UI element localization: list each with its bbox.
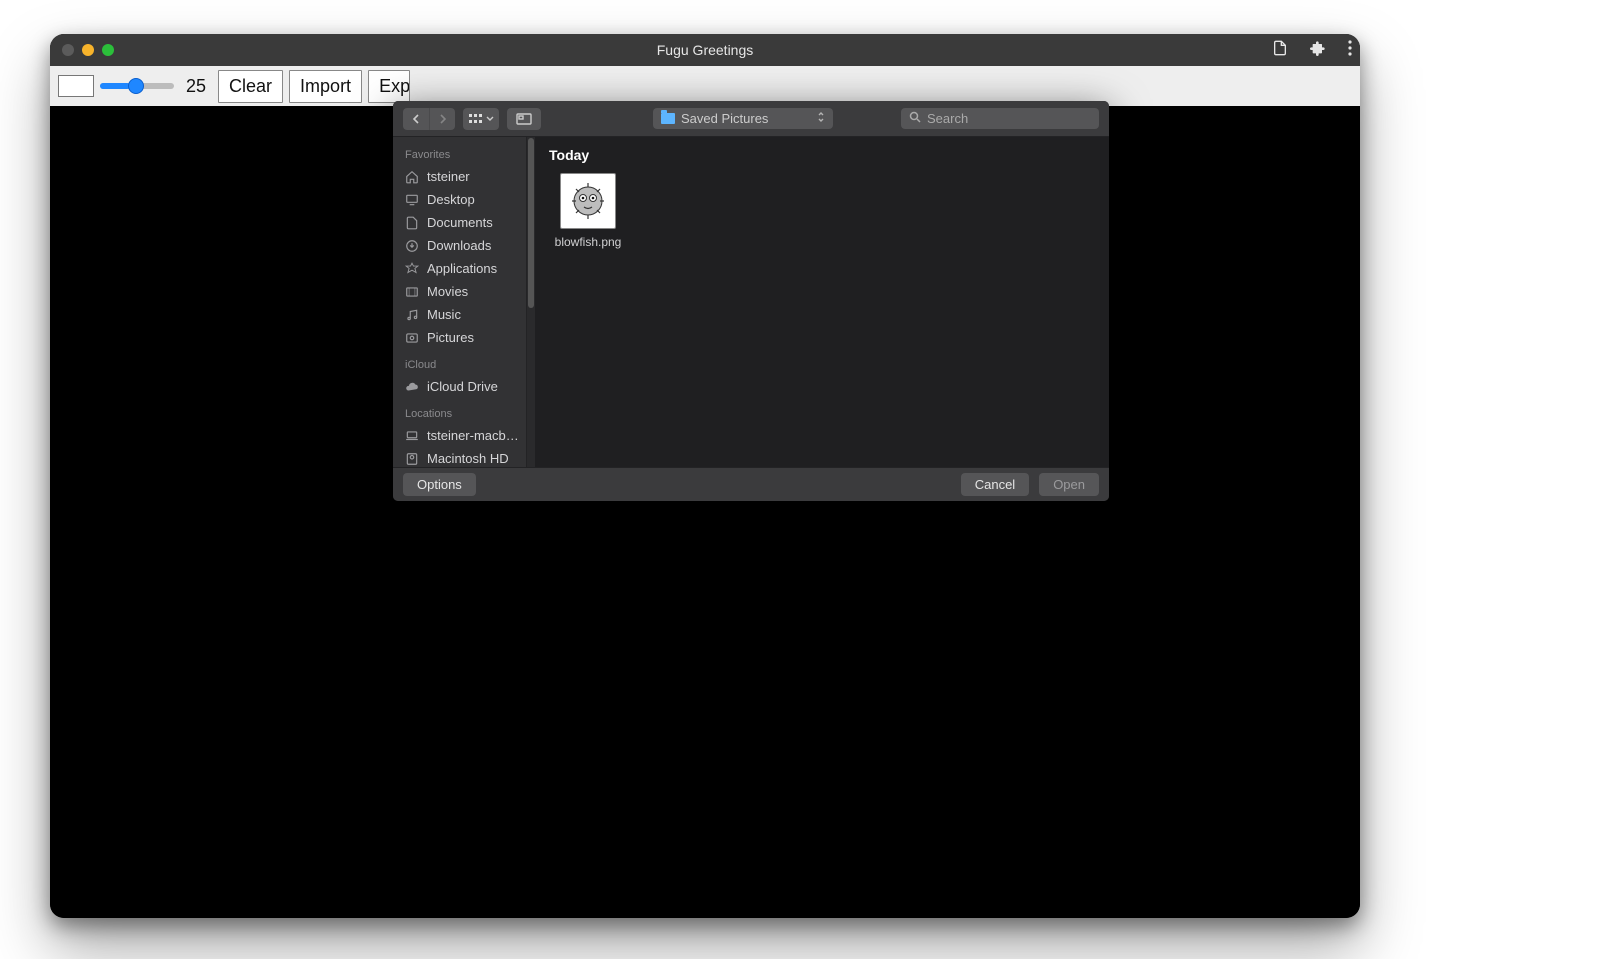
disk-icon	[405, 452, 419, 466]
sidebar-item-pictures[interactable]: Pictures	[393, 326, 526, 349]
download-icon	[405, 239, 419, 253]
color-swatch[interactable]	[58, 75, 94, 97]
export-button[interactable]: Export	[368, 70, 410, 103]
pictures-icon	[405, 331, 419, 345]
location-label: Saved Pictures	[681, 111, 768, 126]
search-input[interactable]	[927, 111, 1091, 126]
sidebar-item-documents[interactable]: Documents	[393, 211, 526, 234]
sidebar-item-label: Movies	[427, 284, 468, 299]
folder-icon	[661, 113, 675, 124]
kebab-menu-icon[interactable]	[1348, 40, 1352, 61]
sidebar-item-computer[interactable]: tsteiner-macb…	[393, 424, 526, 447]
search-icon	[909, 111, 921, 126]
open-button[interactable]: Open	[1039, 473, 1099, 496]
file-browser-content[interactable]: Today	[535, 137, 1109, 467]
sidebar-scrollbar[interactable]	[527, 137, 535, 467]
document-icon	[405, 216, 419, 230]
app-title: Fugu Greetings	[50, 42, 1360, 58]
blowfish-icon	[566, 179, 610, 223]
sidebar-item-downloads[interactable]: Downloads	[393, 234, 526, 257]
brush-size-value: 25	[186, 76, 206, 97]
sidebar-item-label: Downloads	[427, 238, 491, 253]
sidebar-item-label: Macintosh HD	[427, 451, 509, 466]
clear-button[interactable]: Clear	[218, 70, 283, 103]
file-item[interactable]: blowfish.png	[549, 173, 627, 249]
movie-icon	[405, 285, 419, 299]
sidebar-item-label: Music	[427, 307, 461, 322]
window-close-dot[interactable]	[62, 44, 74, 56]
location-dropdown[interactable]: Saved Pictures	[653, 108, 833, 129]
brush-size-slider[interactable]	[100, 83, 174, 89]
apps-icon	[405, 262, 419, 276]
sidebar-header-locations: Locations	[393, 404, 526, 424]
sidebar-item-music[interactable]: Music	[393, 303, 526, 326]
app-window: Fugu Greetings 25 Clear Import Export	[50, 34, 1360, 918]
sidebar-item-label: tsteiner	[427, 169, 470, 184]
home-icon	[405, 170, 419, 184]
cloud-icon	[405, 380, 419, 394]
sidebar-item-label: Pictures	[427, 330, 474, 345]
dialog-footer: Options Cancel Open	[393, 467, 1109, 501]
nav-forward-button[interactable]	[429, 108, 455, 130]
sidebar-item-applications[interactable]: Applications	[393, 257, 526, 280]
content-section-header: Today	[549, 147, 1095, 163]
chevron-updown-icon	[817, 111, 825, 126]
view-icons-button[interactable]	[463, 108, 499, 130]
window-maximize-dot[interactable]	[102, 44, 114, 56]
search-field[interactable]	[901, 108, 1099, 129]
sidebar-item-label: Applications	[427, 261, 497, 276]
file-thumbnail	[560, 173, 616, 229]
group-segment	[507, 108, 541, 130]
window-controls	[62, 44, 114, 56]
sidebar-item-disk[interactable]: Macintosh HD	[393, 447, 526, 467]
group-button[interactable]	[507, 108, 541, 130]
sidebar-item-home[interactable]: tsteiner	[393, 165, 526, 188]
options-button[interactable]: Options	[403, 473, 476, 496]
file-name: blowfish.png	[555, 235, 622, 249]
sidebar-item-label: tsteiner-macb…	[427, 428, 519, 443]
sidebar-item-label: Documents	[427, 215, 493, 230]
dialog-sidebar: Favorites tsteiner Desktop Documents Dow…	[393, 137, 527, 467]
page-icon[interactable]	[1272, 40, 1288, 61]
view-mode-segment	[463, 108, 499, 130]
sidebar-item-movies[interactable]: Movies	[393, 280, 526, 303]
sidebar-item-label: Desktop	[427, 192, 475, 207]
extensions-icon[interactable]	[1310, 40, 1326, 61]
nav-segment	[403, 108, 455, 130]
laptop-icon	[405, 429, 419, 443]
sidebar-header-favorites: Favorites	[393, 145, 526, 165]
sidebar-header-icloud: iCloud	[393, 355, 526, 375]
window-minimize-dot[interactable]	[82, 44, 94, 56]
cancel-button[interactable]: Cancel	[961, 473, 1029, 496]
sidebar-item-icloud-drive[interactable]: iCloud Drive	[393, 375, 526, 398]
file-open-dialog: Saved Pictures Favorites tsteiner	[393, 101, 1109, 501]
nav-back-button[interactable]	[403, 108, 429, 130]
music-icon	[405, 308, 419, 322]
titlebar: Fugu Greetings	[50, 34, 1360, 66]
import-button[interactable]: Import	[289, 70, 362, 103]
slider-thumb[interactable]	[128, 78, 144, 94]
dialog-toolbar: Saved Pictures	[393, 101, 1109, 137]
app-toolbar: 25 Clear Import Export	[50, 66, 1360, 106]
sidebar-item-desktop[interactable]: Desktop	[393, 188, 526, 211]
desktop-icon	[405, 193, 419, 207]
sidebar-item-label: iCloud Drive	[427, 379, 498, 394]
